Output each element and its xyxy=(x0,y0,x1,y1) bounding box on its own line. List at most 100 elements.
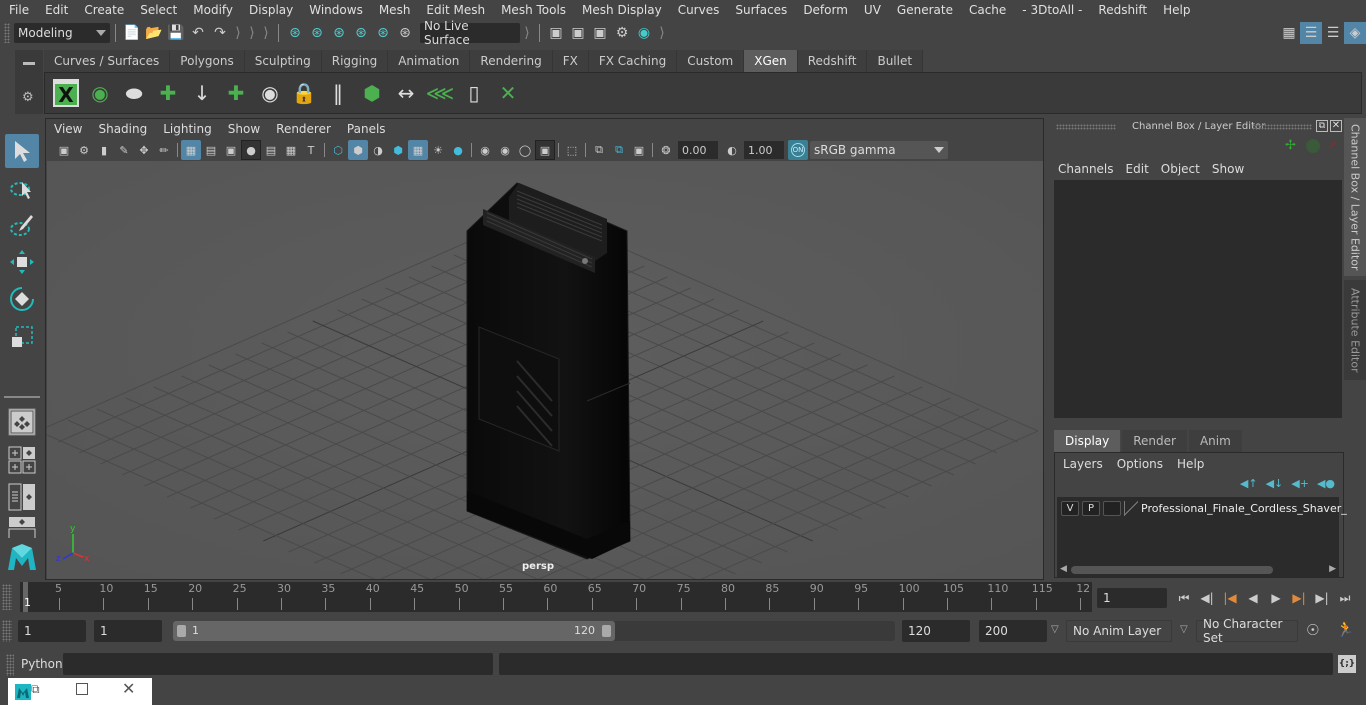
step-forward-key-icon[interactable]: ▶| xyxy=(1289,589,1309,607)
channel-box-menu-item[interactable]: Edit xyxy=(1122,162,1157,176)
character-set-dropdown-arrow-icon[interactable]: ▽ xyxy=(1180,624,1188,635)
use-all-lights-icon[interactable]: ☀ xyxy=(428,140,448,160)
shelf-tab[interactable]: Rigging xyxy=(321,50,389,72)
collapse-arrow-icon[interactable]: ⟩ xyxy=(231,22,245,44)
menu-item[interactable]: Mesh xyxy=(370,3,418,17)
shelf-tab[interactable]: Polygons xyxy=(170,50,245,72)
select-camera-icon[interactable]: ▣ xyxy=(54,140,74,160)
image-plane-icon[interactable]: ✎ xyxy=(114,140,134,160)
menu-item[interactable]: Generate xyxy=(888,3,960,17)
render-settings-icon[interactable]: ⚙ xyxy=(611,22,633,44)
menu-item[interactable]: UV xyxy=(855,3,888,17)
snap-to-view-plane-icon[interactable]: ⊛ xyxy=(350,22,372,44)
lasso-tool-icon[interactable] xyxy=(5,172,39,206)
viewport-menu-item[interactable]: View xyxy=(46,122,90,136)
paint-select-tool-icon[interactable] xyxy=(5,208,39,242)
animation-start-field[interactable]: 1 xyxy=(18,620,86,642)
viewport-menu-item[interactable]: Shading xyxy=(90,122,155,136)
persp-outliner-layout-icon[interactable] xyxy=(5,480,39,514)
menu-item[interactable]: - 3DtoAll - xyxy=(1013,3,1089,17)
animation-preferences-icon[interactable]: 🏃 xyxy=(1336,620,1355,638)
viewport-menu-item[interactable]: Lighting xyxy=(155,122,220,136)
default-material-icon[interactable]: ◑ xyxy=(368,140,388,160)
open-scene-icon[interactable]: 📂 xyxy=(143,22,165,44)
make-live-icon[interactable]: ⊛ xyxy=(394,22,416,44)
channel-box-toggle-icon[interactable]: ◈ xyxy=(1344,22,1366,44)
menu-item[interactable]: Create xyxy=(75,3,131,17)
menu-item[interactable]: Cache xyxy=(960,3,1013,17)
layer-editor-menu-item[interactable]: Layers xyxy=(1057,457,1111,471)
float-panel-icon[interactable]: ⧉ xyxy=(1316,120,1328,132)
channel-box-menu-item[interactable]: Object xyxy=(1157,162,1208,176)
range-end-handle[interactable] xyxy=(602,625,611,637)
redo-icon[interactable]: ↷ xyxy=(209,22,231,44)
shelf-tab[interactable]: Curves / Surfaces xyxy=(44,50,171,72)
3d-viewport-canvas[interactable]: y x z persp xyxy=(47,161,1043,579)
viewport-menu-item[interactable]: Renderer xyxy=(268,122,339,136)
hypershade-icon[interactable]: ◉ xyxy=(633,22,655,44)
channel-box-menu-item[interactable]: Show xyxy=(1208,162,1252,176)
safe-title-icon[interactable]: T xyxy=(301,140,321,160)
scrollbar-thumb[interactable] xyxy=(1071,566,1273,574)
render-current-frame-icon[interactable]: ▣ xyxy=(567,22,589,44)
single-perspective-layout-icon[interactable] xyxy=(5,405,39,439)
film-gate-icon[interactable]: ▤ xyxy=(201,140,221,160)
layer-editor-tab[interactable]: Display xyxy=(1054,430,1121,452)
xgen-split-guides-icon[interactable]: ‖ xyxy=(321,76,355,110)
ipr-render-icon[interactable]: ▣ xyxy=(589,22,611,44)
step-back-key-icon[interactable]: |◀ xyxy=(1220,589,1240,607)
live-surface-field[interactable]: No Live Surface xyxy=(420,19,520,47)
snap-to-grid-icon[interactable]: ⊛ xyxy=(284,22,306,44)
gate-mask-icon[interactable]: ● xyxy=(241,140,261,160)
command-input[interactable] xyxy=(63,653,493,675)
speed-icon[interactable]: ➚ xyxy=(1327,138,1337,152)
new-layer-from-selected-icon[interactable]: ◀● xyxy=(1317,477,1335,490)
menu-item[interactable]: Surfaces xyxy=(726,3,794,17)
xgen-delete-guides-icon[interactable]: ✕ xyxy=(491,76,525,110)
xgen-place-guides-icon[interactable]: ↓ xyxy=(185,76,219,110)
shelf-tab[interactable]: FX Caching xyxy=(588,50,678,72)
shelf-tab[interactable]: Animation xyxy=(388,50,471,72)
layer-editor-tab[interactable]: Render xyxy=(1122,430,1187,452)
shelf-tab[interactable]: Rendering xyxy=(470,50,553,72)
move-layer-up-icon[interactable]: ◀↑ xyxy=(1240,477,1258,490)
collapse-arrow-icon[interactable]: ⟩ xyxy=(520,22,534,44)
resolution-gate-icon[interactable]: ▣ xyxy=(221,140,241,160)
new-empty-layer-icon[interactable]: ◀+ xyxy=(1291,477,1309,490)
move-tool-icon[interactable] xyxy=(5,245,39,279)
xgen-add-guide-icon[interactable]: ✚ xyxy=(219,76,253,110)
shelf-tab[interactable]: Bullet xyxy=(867,50,924,72)
screen-space-ao-icon[interactable]: ◉ xyxy=(475,140,495,160)
menu-item[interactable]: Curves xyxy=(669,3,727,17)
menu-item[interactable]: Select xyxy=(131,3,184,17)
snap-to-curve-icon[interactable]: ⊛ xyxy=(306,22,328,44)
scroll-right-icon[interactable]: ▶ xyxy=(1329,564,1336,574)
sync-toggle-icon[interactable] xyxy=(1306,139,1320,153)
rotate-tool-icon[interactable] xyxy=(5,282,39,316)
layer-row[interactable]: V P Professional_Finale_Cordless_Shaver_ xyxy=(1061,499,1347,517)
move-layer-down-icon[interactable]: ◀↓ xyxy=(1266,477,1284,490)
menu-item[interactable]: Help xyxy=(1154,3,1197,17)
drag-handle[interactable] xyxy=(4,23,10,43)
menu-item[interactable]: Edit xyxy=(36,3,75,17)
layer-editor-menu-item[interactable]: Options xyxy=(1111,457,1171,471)
xgen-show-guides-icon[interactable]: ◉ xyxy=(253,76,287,110)
smooth-shade-icon[interactable]: ⬢ xyxy=(348,140,368,160)
play-backwards-icon[interactable]: ◀ xyxy=(1243,589,1263,607)
range-slider-track[interactable]: 1 120 xyxy=(173,621,895,641)
play-forwards-icon[interactable]: ▶ xyxy=(1266,589,1286,607)
restore-icon[interactable]: ⧉ xyxy=(31,682,40,697)
range-start-handle[interactable] xyxy=(177,625,186,637)
layer-visibility-toggle[interactable]: V xyxy=(1061,500,1079,516)
manipulator-axes-icon[interactable]: ✢ xyxy=(1285,138,1296,153)
go-to-end-icon[interactable]: ⏭ xyxy=(1335,589,1355,607)
drag-handle[interactable] xyxy=(2,584,12,610)
undo-icon[interactable]: ↶ xyxy=(187,22,209,44)
xgen-guide-shape-icon[interactable]: ▯ xyxy=(457,76,491,110)
menu-item[interactable]: Modify xyxy=(184,3,240,17)
motion-blur-icon[interactable]: ◉ xyxy=(495,140,515,160)
exposure-icon[interactable]: ❂ xyxy=(656,140,676,160)
save-scene-icon[interactable]: 💾 xyxy=(165,22,187,44)
menu-set-selector[interactable]: Modeling xyxy=(14,23,110,43)
drag-handle[interactable] xyxy=(2,620,12,642)
